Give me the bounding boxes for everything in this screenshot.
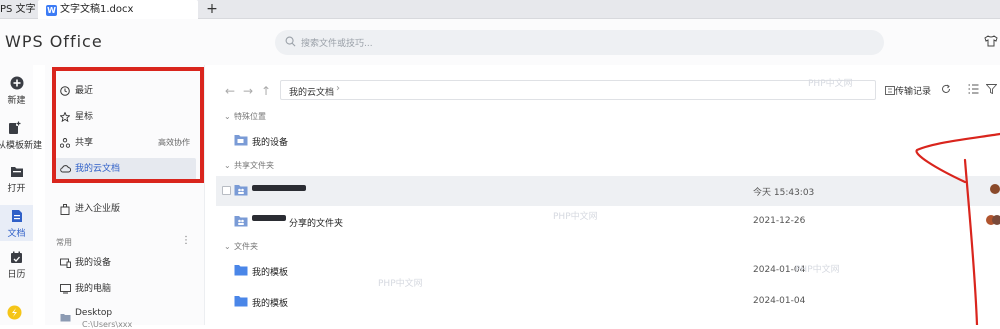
shared-folder-icon (234, 216, 248, 227)
list-item-date: 2021-12-26 (753, 216, 806, 226)
nav-item-shared-hint: 高效协作 (158, 138, 190, 147)
nav-item-enterprise-label: 进入企业版 (75, 204, 121, 214)
breadcrumb[interactable]: 我的云文档 › (280, 80, 876, 100)
rail-template-label: 从模板新建 (0, 141, 43, 151)
nav-item-cloud-docs-label: 我的云文档 (75, 164, 121, 174)
search-input[interactable]: 搜索文件或技巧... (275, 30, 884, 55)
list-view-icon[interactable] (968, 84, 979, 94)
clock-icon (60, 86, 70, 96)
rail-new-label: 新建 (7, 96, 26, 106)
folder-icon (234, 265, 248, 276)
calendar-icon (11, 251, 22, 263)
shared-folder-icon (234, 185, 248, 196)
header: WPS Office 搜索文件或技巧... (0, 19, 1000, 65)
forward-arrow-icon[interactable]: → (243, 84, 253, 98)
share-icon (60, 138, 70, 148)
avatar (990, 184, 1000, 194)
common-more-icon[interactable]: ⋮ (181, 235, 191, 246)
computer-icon (60, 284, 71, 294)
star-icon (60, 112, 70, 122)
tab-bar: PS 文字 W 文字文稿1.docx + (0, 0, 1000, 19)
nav-item-shared[interactable]: 共享 高效协作 (52, 132, 196, 154)
rail-template[interactable]: 从模板新建 (0, 121, 43, 161)
skin-shirt-icon[interactable] (984, 35, 998, 47)
group-shared-label: 共享文件夹 (234, 161, 274, 170)
list-item-name: 我的模板 (252, 299, 289, 309)
transfer-records-label: 传输记录 (895, 87, 932, 97)
nav-item-enterprise[interactable]: 进入企业版 (52, 198, 196, 220)
avatar (992, 215, 1000, 225)
rail-new[interactable]: 新建 (0, 76, 33, 116)
group-special-locations[interactable]: ⌄ 特殊位置 (224, 111, 266, 122)
folder-icon (60, 314, 71, 322)
list-item-folder-2[interactable]: 我的模板 2024-01-04 (216, 287, 1000, 317)
nav-item-starred[interactable]: 星标 (52, 106, 196, 128)
plus-circle-icon (10, 76, 23, 90)
redacted-name (252, 185, 306, 191)
template-icon (8, 121, 21, 134)
nav-panel: 最近 星标 共享 高效协作 我的云文档 进入企业版 我的设备 我的电脑 Desk… (45, 65, 205, 325)
rail-documents[interactable]: 文档 (0, 205, 33, 241)
tab-document[interactable]: W 文字文稿1.docx (38, 0, 198, 19)
list-item-folder-1[interactable]: 我的模板 2024-01-04 (216, 256, 1000, 286)
group-shared-folders[interactable]: ⌄ 共享文件夹 (224, 160, 274, 171)
nav-item-my-computer-label: 我的电脑 (75, 284, 112, 294)
nav-item-cloud-docs[interactable]: 我的云文档 (52, 158, 196, 180)
group-special-label: 特殊位置 (234, 112, 266, 121)
assistant-icon[interactable] (7, 305, 22, 320)
rail-calendar-label: 日历 (7, 270, 26, 280)
filter-icon[interactable] (986, 84, 997, 94)
rail-open[interactable]: 打开 (0, 165, 33, 205)
up-arrow-icon[interactable]: ↑ (261, 84, 271, 98)
document-icon (11, 210, 22, 222)
folder-open-icon (10, 167, 23, 177)
tab-document-label: 文字文稿1.docx (60, 4, 134, 15)
brand-logo: WPS Office (5, 32, 103, 51)
list-item-shared-2[interactable]: 分享的文件夹 2021-12-26 (216, 207, 1000, 237)
list-item-date: 2024-01-04 (753, 296, 806, 306)
breadcrumb-cloud-docs[interactable]: 我的云文档 (289, 85, 334, 98)
nav-item-shared-label: 共享 (75, 138, 94, 148)
list-item-date: 2024-01-04 (753, 265, 806, 275)
group-folders-label: 文件夹 (234, 242, 258, 251)
word-doc-icon: W (46, 5, 57, 16)
breadcrumb-chevron-icon: › (336, 83, 340, 94)
nav-item-my-device[interactable]: 我的设备 (52, 252, 196, 274)
common-section-label: 常用 (56, 238, 72, 247)
back-arrow-icon[interactable]: ← (225, 84, 235, 98)
nav-item-my-device-label: 我的设备 (75, 258, 112, 268)
list-item-name: 我的设备 (252, 138, 289, 148)
group-folders[interactable]: ⌄ 文件夹 (224, 241, 258, 252)
list-item-shared-1[interactable]: 今天 15:43:03 (216, 176, 1000, 206)
row-checkbox[interactable] (222, 186, 231, 195)
cloud-icon (60, 165, 71, 173)
list-item-name: 分享的文件夹 (289, 219, 344, 229)
device-folder-icon (234, 135, 248, 146)
rail-open-label: 打开 (7, 184, 26, 194)
device-icon (60, 258, 71, 268)
building-icon (60, 204, 70, 215)
nav-item-recent[interactable]: 最近 (52, 80, 196, 102)
tab-wps-writer[interactable]: PS 文字 (0, 0, 36, 19)
redacted-name (252, 215, 286, 221)
search-icon (285, 36, 296, 47)
nav-item-starred-label: 星标 (75, 112, 94, 122)
refresh-icon[interactable] (941, 84, 951, 94)
left-rail: 新建 从模板新建 打开 文档 日历 (0, 65, 43, 325)
rail-documents-label: 文档 (7, 229, 26, 239)
chevron-down-icon: ⌄ (224, 112, 231, 121)
chevron-down-icon: ⌄ (224, 242, 231, 251)
list-item-date: 今天 15:43:03 (753, 188, 815, 198)
transfer-records-button[interactable]: 传输记录 (885, 84, 931, 97)
nav-item-my-computer[interactable]: 我的电脑 (52, 278, 196, 300)
list-item-my-device[interactable]: 我的设备 (216, 126, 1000, 156)
chevron-down-icon: ⌄ (224, 161, 231, 170)
list-item-name: 我的模板 (252, 268, 289, 278)
search-placeholder: 搜索文件或技巧... (301, 39, 373, 49)
transfer-icon (885, 86, 895, 95)
rail-calendar[interactable]: 日历 (0, 251, 33, 291)
folder-icon (234, 296, 248, 307)
nav-item-recent-label: 最近 (75, 86, 94, 96)
new-tab-button[interactable]: + (204, 0, 220, 19)
